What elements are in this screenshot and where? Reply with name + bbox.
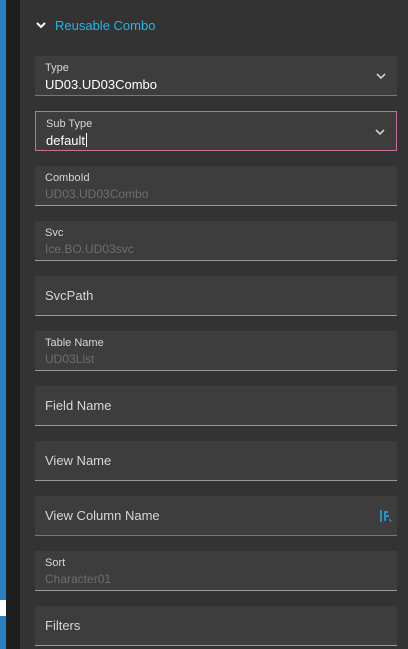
sort-label: Sort [45,557,66,569]
sub-type-label: Sub Type [46,118,93,130]
chevron-down-icon [36,22,46,29]
table-name-label: Table Name [45,337,104,349]
svc-field[interactable]: Svc Ice.BO.UD03svc [35,221,397,261]
view-column-name-label: View Column Name [45,508,160,523]
type-dropdown[interactable]: Type UD03.UD03Combo [35,56,397,96]
view-name-field[interactable]: View Name [35,441,397,481]
combo-id-value: UD03.UD03Combo [45,187,149,201]
view-column-name-field[interactable]: View Column Name [35,496,397,536]
chevron-down-icon[interactable] [375,70,387,82]
svc-value: Ice.BO.UD03svc [45,242,134,256]
page: Reusable Combo Type UD03.UD03Combo Sub T… [0,0,408,649]
sort-value: Character01 [45,572,112,586]
table-name-field[interactable]: Table Name UD03List [35,331,397,371]
field-name-label: Field Name [45,398,112,413]
view-name-label: View Name [45,453,112,468]
binding-edit-icon[interactable] [379,508,393,524]
type-label: Type [45,62,69,74]
svc-label: Svc [45,227,64,239]
combo-id-field[interactable]: ComboId UD03.UD03Combo [35,166,397,206]
combo-id-label: ComboId [45,172,90,184]
svc-path-field[interactable]: SvcPath [35,276,397,316]
type-value: UD03.UD03Combo [45,77,157,92]
reusable-combo-section-header[interactable]: Reusable Combo [35,15,155,35]
filters-label: Filters [45,618,81,633]
filters-field[interactable]: Filters [35,606,397,646]
text-cursor [86,133,88,147]
chevron-down-icon[interactable] [374,126,386,138]
sub-type-dropdown[interactable]: Sub Type default [35,111,397,151]
table-name-value: UD03List [45,352,95,366]
sub-type-value: default [46,133,86,148]
panel-divider [6,0,20,649]
field-name-field[interactable]: Field Name [35,386,397,426]
section-title: Reusable Combo [55,17,156,33]
left-panel-scroll-marker [0,600,6,616]
sort-field[interactable]: Sort Character01 [35,551,397,591]
sub-type-value-wrap: default [46,133,88,148]
svc-path-label: SvcPath [45,288,94,303]
